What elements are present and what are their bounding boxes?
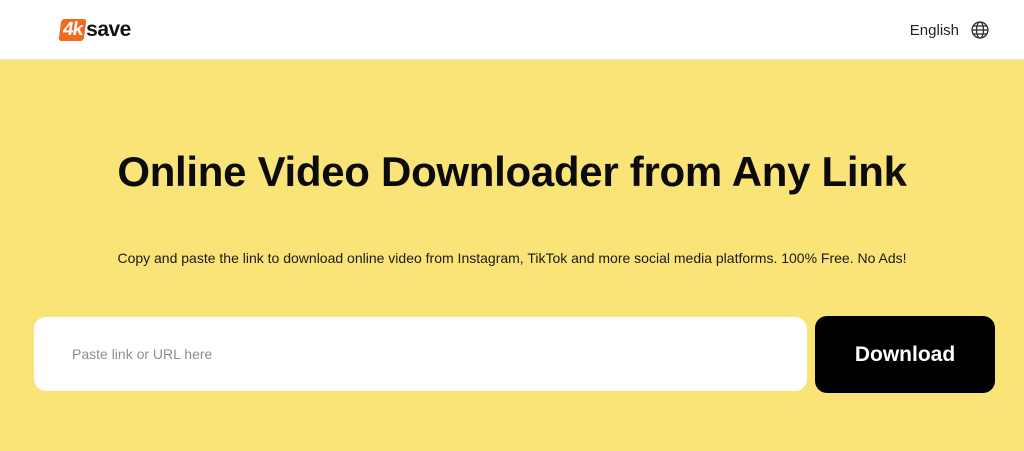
download-button[interactable]: Download (815, 316, 995, 393)
logo-badge: 4k (58, 19, 87, 41)
page-title: Online Video Downloader from Any Link (117, 148, 907, 195)
language-label: English (909, 21, 959, 39)
logo[interactable]: 4k save (58, 18, 131, 42)
url-input[interactable] (34, 317, 807, 391)
language-selector[interactable]: English (910, 18, 990, 42)
site-header: 4k save English (0, 0, 1024, 60)
page-subtitle: Copy and paste the link to download onli… (117, 250, 907, 266)
hero-section: Online Video Downloader from Any Link Co… (0, 60, 1024, 451)
globe-icon (971, 21, 989, 39)
logo-text: save (86, 18, 131, 41)
